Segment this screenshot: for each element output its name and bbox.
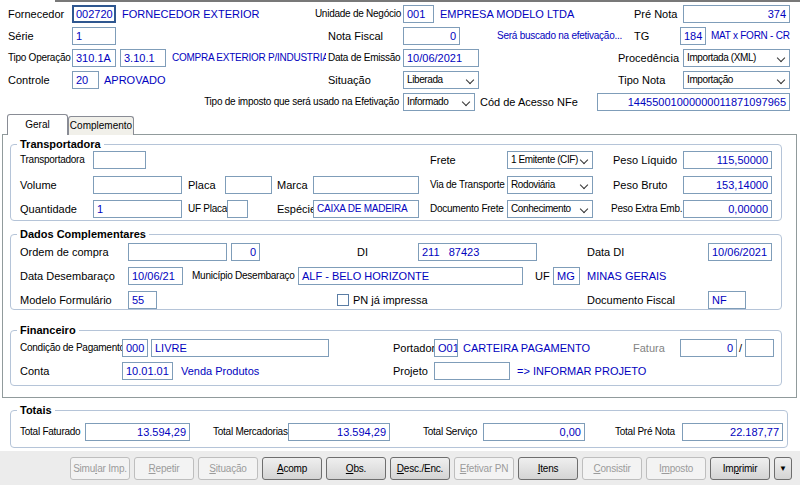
tipo-operacao-code1-input[interactable]: 310.1A [72, 49, 116, 67]
situacao-value: Liberada [407, 74, 443, 85]
chevron-down-icon [462, 98, 470, 106]
financeiro-group-title: Financeiro [17, 323, 79, 337]
fornecedor-label: Fornecedor [8, 5, 64, 23]
button-simular-imp[interactable]: Simular Imp. [70, 457, 130, 480]
financeiro-group: Financeiro [10, 330, 782, 386]
procedencia-select[interactable]: Importada (XML) [683, 49, 790, 67]
button-acomp[interactable]: Acomp [262, 457, 322, 480]
serie-label: Série [8, 27, 34, 45]
more-actions-dropdown-button[interactable]: ▼ [774, 457, 792, 480]
chevron-down-icon [777, 54, 785, 62]
transportadora-group: Transportadora [10, 144, 782, 221]
button-efetivar-pn[interactable]: Efetivar PN [454, 457, 514, 480]
unidade-negocio-desc: EMPRESA MODELO LTDA [440, 5, 574, 23]
button-consistir[interactable]: Consistir [582, 457, 642, 480]
cod-acesso-nfe-input[interactable]: 14455001000000011871097965 [597, 93, 790, 111]
dados-complementares-group: Dados Complementares [10, 234, 782, 310]
tipo-imposto-label: Tipo de imposto que será usado na Efetiv… [204, 93, 399, 111]
dados-complementares-group-title: Dados Complementares [17, 227, 149, 241]
situacao-select[interactable]: Liberada [403, 71, 479, 89]
procedencia-label: Procedência [618, 49, 679, 67]
tipo-operacao-label: Tipo Operação [8, 49, 71, 67]
tab-complemento[interactable]: Complemento [68, 116, 134, 135]
tipo-nota-label: Tipo Nota [618, 71, 665, 89]
tipo-imposto-value: Informado [407, 96, 448, 107]
tipo-nota-value: Importação [687, 74, 733, 85]
pre-nota-label: Pré Nota [634, 5, 677, 23]
controle-label: Controle [8, 71, 50, 89]
tipo-operacao-desc: COMPRA EXTERIOR P/INDUSTRIALIZAÇ [172, 49, 326, 67]
button-repetir[interactable]: Repetir [134, 457, 194, 480]
tipo-operacao-code2-input[interactable]: 3.10.1 [120, 49, 166, 67]
tg-desc: MAT x FORN - CR [711, 27, 790, 45]
button-obs[interactable]: Obs. [326, 457, 386, 480]
fornecedor-desc: FORNECEDOR EXTERIOR [122, 5, 260, 23]
chevron-down-icon [777, 76, 785, 84]
serie-input[interactable]: 1 [72, 27, 116, 45]
tg-input[interactable]: 184 [680, 27, 706, 45]
nota-fiscal-note: Será buscado na efetivação... [497, 27, 622, 45]
unidade-negocio-input[interactable]: 001 [403, 5, 434, 23]
button-situa-o[interactable]: Situação [198, 457, 258, 480]
transportadora-group-title: Transportadora [17, 137, 104, 151]
situacao-label: Situação [328, 71, 371, 89]
nota-fiscal-label: Nota Fiscal [328, 27, 383, 45]
pre-nota-input[interactable]: 374 [683, 5, 790, 23]
tg-label: TG [634, 27, 649, 45]
chevron-down-icon [466, 76, 474, 84]
top-divider [55, 0, 800, 2]
controle-input[interactable]: 20 [72, 71, 99, 89]
data-emissao-label: Data de Emissão [328, 49, 400, 67]
cod-acesso-nfe-label: Cód de Acesso NFe [480, 93, 578, 111]
nota-fiscal-input[interactable]: 0 [403, 27, 460, 45]
pre-nota-form: Fornecedor 002720 FORNECEDOR EXTERIOR Un… [0, 0, 800, 485]
tipo-imposto-select[interactable]: Informado [403, 93, 475, 111]
fornecedor-code-input[interactable]: 002720 [72, 5, 116, 23]
action-buttons: Simular Imp.RepetirSituaçãoAcompObs.Desc… [70, 457, 792, 480]
data-emissao-input[interactable]: 10/06/2021 [403, 49, 479, 67]
button-imprimir[interactable]: Imprimir [710, 457, 770, 480]
tab-geral[interactable]: Geral [7, 114, 68, 135]
procedencia-value: Importada (XML) [687, 52, 756, 63]
controle-desc: APROVADO [104, 71, 166, 89]
button-itens[interactable]: Itens [518, 457, 578, 480]
totais-group: Totais [10, 410, 788, 448]
unidade-negocio-label: Unidade de Negócio [315, 5, 401, 23]
button-desc-enc[interactable]: Desc./Enc. [390, 457, 450, 480]
totais-group-title: Totais [17, 403, 55, 417]
tipo-nota-select[interactable]: Importação [683, 71, 790, 89]
button-imposto[interactable]: Imposto [646, 457, 706, 480]
